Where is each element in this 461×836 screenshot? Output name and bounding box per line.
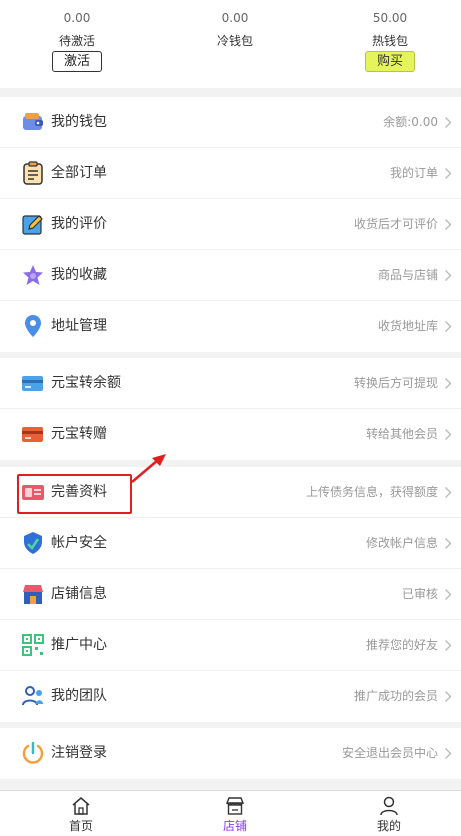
chevron-right-icon [444,320,452,333]
wallet-summary: 0.00 待激活 激活 0.00 冷钱包 50.00 热钱包 购买 [0,0,461,88]
menu-hint: 修改帐户信息 [365,536,438,550]
menu-item-logout[interactable]: 注销登录 安全退出会员中心 [0,728,461,779]
menu-item-wallet[interactable]: 我的钱包 余额:0.00 [0,97,461,148]
edit-icon [21,212,45,236]
menu-item-gift-transfer[interactable]: 元宝转赠 转给其他会员 [0,409,461,460]
hot-label: 热钱包 [371,34,408,48]
pending-amount: 0.00 [63,11,91,25]
tab-label: 我的 [376,819,401,833]
menu-hint: 转换后方可提现 [353,376,438,390]
location-pin-icon [21,314,45,338]
chevron-right-icon [444,116,452,129]
wallet-icon [21,110,45,134]
menu-hint: 余额:0.00 [383,115,438,129]
menu-hint: 推荐您的好友 [365,638,438,652]
cold-amount: 0.00 [221,11,249,25]
menu-item-address[interactable]: 地址管理 收货地址库 [0,301,461,352]
chevron-right-icon [444,218,452,231]
menu-group-account: 我的钱包 余额:0.00 全部订单 我的订单 我的评价 收货后才可评价 我的收藏… [0,97,461,352]
chevron-right-icon [444,269,452,282]
menu-title: 我的团队 [51,688,107,704]
menu-group-transfer: 元宝转余额 转换后方可提现 元宝转赠 转给其他会员 [0,358,461,460]
menu-title: 元宝转赠 [51,426,107,442]
menu-title: 我的收藏 [51,267,107,283]
tab-mine[interactable]: 我的 [312,791,461,836]
menu-title: 推广中心 [51,637,107,653]
tab-home[interactable]: 首页 [4,791,158,836]
chevron-right-icon [444,428,452,441]
chevron-right-icon [444,639,452,652]
menu-title: 我的评价 [51,216,107,232]
shield-icon [21,531,45,555]
team-icon [21,684,45,708]
menu-hint: 收货后才可评价 [353,217,438,231]
tab-store[interactable]: 店铺 [158,791,312,836]
chevron-right-icon [444,690,452,703]
hot-wallet: 50.00 热钱包 购买 [313,0,461,72]
chevron-right-icon [444,377,452,390]
menu-title: 帐户安全 [51,535,107,551]
chevron-right-icon [444,537,452,550]
cold-wallet: 0.00 冷钱包 [158,0,312,49]
menu-hint: 我的订单 [389,166,438,180]
star-icon [21,263,45,287]
menu-title: 注销登录 [51,745,107,761]
menu-hint: 安全退出会员中心 [341,746,438,760]
menu-item-orders[interactable]: 全部订单 我的订单 [0,148,461,199]
menu-title: 地址管理 [51,318,107,334]
menu-hint: 收货地址库 [377,319,438,333]
menu-item-favorites[interactable]: 我的收藏 商品与店铺 [0,250,461,301]
tab-label: 店铺 [222,819,247,833]
menu-hint: 商品与店铺 [377,268,438,282]
menu-item-store-info[interactable]: 店铺信息 已审核 [0,569,461,620]
annotation-arrow-icon [131,454,166,483]
store-icon [225,796,245,816]
menu-title: 全部订单 [51,165,107,181]
clipboard-icon [21,161,45,185]
tab-label: 首页 [68,819,93,833]
user-icon [379,796,399,816]
menu-item-convert-balance[interactable]: 元宝转余额 转换后方可提现 [0,358,461,409]
qr-code-icon [21,633,45,657]
menu-hint: 转给其他会员 [365,427,438,441]
menu-item-my-team[interactable]: 我的团队 推广成功的会员 [0,671,461,722]
buy-button[interactable]: 购买 [364,51,415,72]
chevron-right-icon [444,588,452,601]
pending-label: 待激活 [58,34,95,48]
highlight-box [17,474,132,514]
chevron-right-icon [444,167,452,180]
store-icon [21,582,45,606]
card-gift-icon [21,422,45,446]
pending-wallet: 0.00 待激活 激活 [0,0,154,72]
bottom-tab-bar: 首页 店铺 我的 [0,790,461,836]
home-icon [71,796,91,816]
menu-title: 元宝转余额 [51,375,121,391]
hot-amount: 50.00 [372,11,408,25]
menu-hint: 推广成功的会员 [353,689,438,703]
activate-button[interactable]: 激活 [51,51,102,72]
menu-item-reviews[interactable]: 我的评价 收货后才可评价 [0,199,461,250]
menu-hint: 上传债务信息，获得额度 [305,485,438,499]
card-icon [21,371,45,395]
cold-label: 冷钱包 [216,34,253,48]
power-icon [21,741,45,765]
menu-item-account-security[interactable]: 帐户安全 修改帐户信息 [0,518,461,569]
chevron-right-icon [444,747,452,760]
menu-group-logout: 注销登录 安全退出会员中心 [0,728,461,779]
menu-title: 我的钱包 [51,114,107,130]
chevron-right-icon [444,486,452,499]
menu-item-promotion[interactable]: 推广中心 推荐您的好友 [0,620,461,671]
menu-title: 店铺信息 [51,586,107,602]
menu-hint: 已审核 [401,587,438,601]
